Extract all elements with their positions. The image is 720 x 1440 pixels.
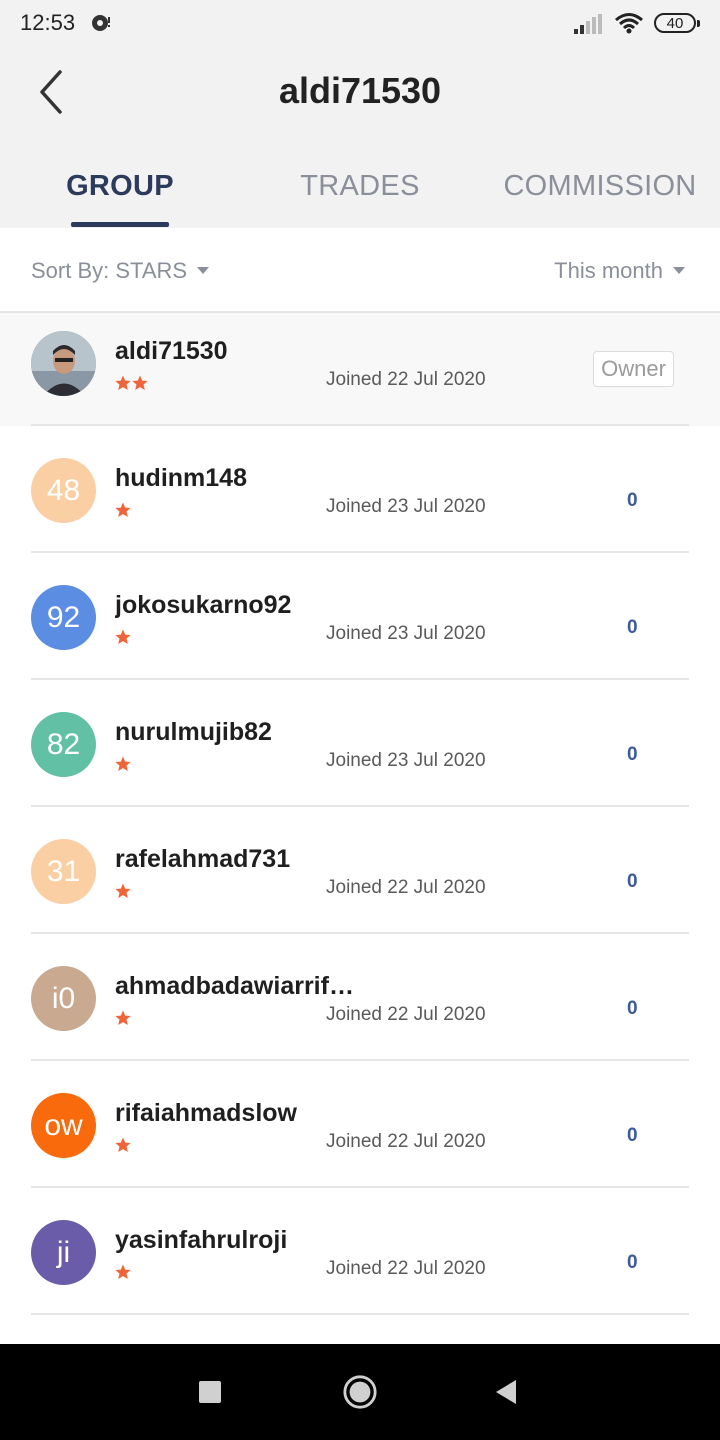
- username: jokosukarno92: [115, 591, 292, 619]
- list-item[interactable]: 92 jokosukarno92 Joined 23 Jul 2020 0: [0, 553, 720, 680]
- member-count: 0: [627, 1252, 638, 1273]
- period-dropdown[interactable]: This month: [554, 258, 685, 284]
- joined-date: Joined 23 Jul 2020: [326, 750, 486, 771]
- back-triangle-icon[interactable]: [494, 1374, 518, 1410]
- tab-group[interactable]: GROUP: [0, 170, 240, 228]
- member-count: 0: [627, 744, 638, 765]
- owner-badge: Owner: [593, 351, 674, 387]
- star-rating: [115, 629, 132, 645]
- list-item[interactable]: ow rifaiahmadslow Joined 22 Jul 2020 0: [0, 1061, 720, 1188]
- avatar: 31: [31, 839, 96, 904]
- username: hudinm148: [115, 464, 247, 492]
- header: aldi71530 GROUP TRADES COMMISSION: [0, 50, 720, 228]
- joined-date: Joined 23 Jul 2020: [326, 623, 486, 644]
- page-title: aldi71530: [278, 70, 442, 111]
- star-icon: [132, 375, 148, 390]
- member-count: 0: [627, 871, 638, 892]
- avatar: 48: [31, 458, 96, 523]
- avatar: i0: [31, 966, 96, 1031]
- list-item[interactable]: 31 rafelahmad731 Joined 22 Jul 2020 0: [0, 807, 720, 934]
- star-icon: [115, 375, 131, 390]
- list-item[interactable]: ji yasinfahrulroji Joined 22 Jul 2020 0: [0, 1188, 720, 1315]
- user-photo-icon: [31, 331, 96, 396]
- joined-date: Joined 22 Jul 2020: [326, 1131, 486, 1152]
- list-item[interactable]: 82 nurulmujib82 Joined 23 Jul 2020 0: [0, 680, 720, 807]
- sort-bar: Sort By: STARS This month: [0, 228, 720, 313]
- member-count: 0: [627, 1125, 638, 1146]
- star-icon: [115, 502, 131, 517]
- star-rating: [115, 1010, 132, 1026]
- active-tab-indicator: [71, 222, 169, 227]
- caret-down-icon: [197, 266, 210, 274]
- username: nurulmujib82: [115, 718, 272, 746]
- avatar: ow: [31, 1093, 96, 1158]
- recents-square-icon[interactable]: [198, 1374, 222, 1410]
- sort-by-dropdown[interactable]: Sort By: STARS: [31, 258, 210, 284]
- star-icon: [115, 629, 131, 644]
- joined-date: Joined 22 Jul 2020: [326, 877, 486, 898]
- avatar: 92: [31, 585, 96, 650]
- list-item[interactable]: i0 ahmadbadawiarrif… Joined 22 Jul 2020 …: [0, 934, 720, 1061]
- status-time: 12:53: [20, 10, 76, 35]
- username: aldi71530: [115, 337, 228, 365]
- avatar: ji: [31, 1220, 96, 1285]
- star-icon: [115, 1010, 131, 1025]
- member-count: 0: [627, 998, 638, 1019]
- star-rating: [115, 502, 132, 518]
- star-rating: [115, 756, 132, 772]
- signal-icon: [574, 14, 602, 34]
- tab-trades[interactable]: TRADES: [240, 170, 480, 228]
- divider: [31, 1313, 689, 1315]
- caret-down-icon: [673, 266, 685, 274]
- notification-icon: [92, 15, 110, 31]
- star-rating: [115, 375, 149, 391]
- star-icon: [115, 1264, 131, 1279]
- sort-by-label: Sort By: STARS: [31, 258, 188, 283]
- avatar: 82: [31, 712, 96, 777]
- star-icon: [115, 756, 131, 771]
- username: yasinfahrulroji: [115, 1226, 288, 1254]
- wifi-icon: [615, 13, 643, 34]
- avatar: [31, 331, 96, 396]
- list-item[interactable]: 48 hudinm148 Joined 23 Jul 2020 0: [0, 426, 720, 553]
- navigation-bar: [0, 1344, 720, 1440]
- star-rating: [115, 1137, 132, 1153]
- battery-icon: 40: [654, 13, 700, 33]
- username: rifaiahmadslow: [115, 1099, 297, 1127]
- star-icon: [115, 1137, 131, 1152]
- home-circle-icon[interactable]: [341, 1374, 379, 1410]
- list-item[interactable]: aldi71530 Joined 22 Jul 2020 Owner: [0, 313, 720, 426]
- username: ahmadbadawiarrif…: [115, 972, 354, 1000]
- username: rafelahmad731: [115, 845, 291, 873]
- joined-date: Joined 23 Jul 2020: [326, 496, 486, 517]
- joined-date: Joined 22 Jul 2020: [326, 369, 486, 390]
- status-bar: 12:53 40: [0, 0, 720, 50]
- tab-bar: GROUP TRADES COMMISSION: [0, 170, 720, 228]
- star-icon: [115, 883, 131, 898]
- joined-date: Joined 22 Jul 2020: [326, 1004, 486, 1025]
- member-count: 0: [627, 617, 638, 638]
- member-count: 0: [627, 490, 638, 511]
- period-label: This month: [554, 258, 663, 283]
- tab-commission[interactable]: COMMISSION: [480, 170, 720, 228]
- star-rating: [115, 883, 132, 899]
- star-rating: [115, 1264, 132, 1280]
- joined-date: Joined 22 Jul 2020: [326, 1258, 486, 1279]
- member-list: aldi71530 Joined 22 Jul 2020 Owner 48 hu…: [0, 313, 720, 1315]
